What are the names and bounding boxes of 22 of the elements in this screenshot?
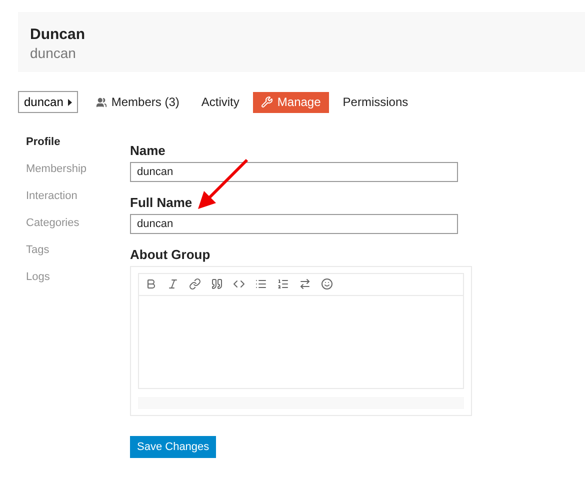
nav-tab[interactable]: Manage bbox=[253, 92, 329, 112]
save-button[interactable]: Save Changes bbox=[130, 436, 216, 458]
link-icon[interactable] bbox=[189, 278, 203, 292]
group-dropdown[interactable]: duncan bbox=[18, 91, 78, 113]
numbered-list-icon[interactable] bbox=[277, 278, 291, 292]
nav-tab[interactable]: Activity bbox=[193, 92, 248, 112]
group-title: Duncan bbox=[30, 26, 86, 43]
smiley-icon[interactable] bbox=[321, 278, 335, 292]
field-label: Full Name bbox=[130, 195, 194, 210]
text-field[interactable]: duncan bbox=[130, 214, 458, 234]
field-label: Name bbox=[130, 143, 166, 158]
annotation-arrow bbox=[196, 158, 250, 212]
people-icon bbox=[96, 96, 108, 108]
field-label: About Group bbox=[130, 247, 212, 262]
wrench-icon bbox=[261, 96, 274, 108]
nav-tab[interactable]: Permissions bbox=[334, 92, 416, 112]
group-subtitle: duncan bbox=[30, 45, 77, 61]
text-field[interactable]: duncan bbox=[130, 162, 458, 182]
sidebar-item[interactable]: Profile bbox=[26, 136, 130, 152]
nav-tab[interactable]: Members (3) bbox=[88, 92, 188, 112]
quote-icon[interactable] bbox=[211, 278, 225, 292]
caret-icon bbox=[68, 98, 72, 106]
